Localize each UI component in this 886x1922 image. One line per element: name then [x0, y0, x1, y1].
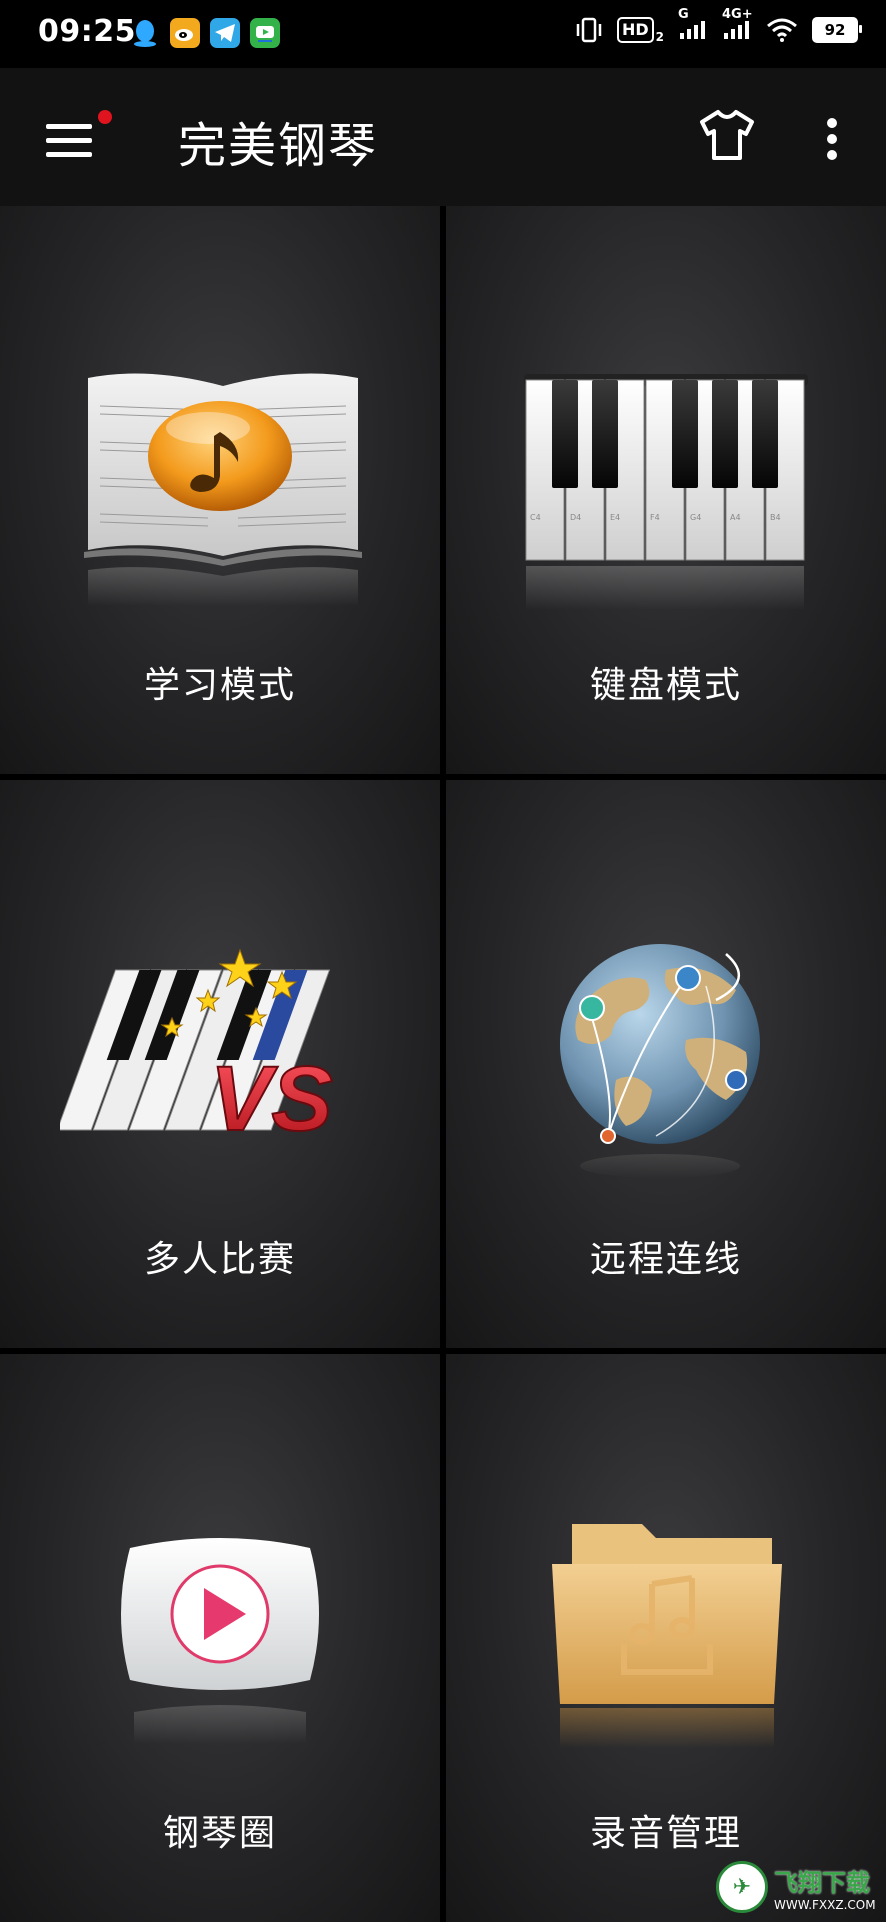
battery-indicator: 92: [812, 17, 862, 43]
tile-label: 键盘模式: [589, 665, 742, 706]
tile-piano-circle[interactable]: 钢琴圈: [0, 1354, 440, 1922]
key-label: A4: [730, 513, 741, 522]
tile-label: 学习模式: [143, 665, 296, 706]
key-label: C4: [530, 513, 541, 522]
tshirt-icon: [700, 110, 754, 160]
video-app-icon: [250, 18, 280, 48]
status-bar: 09:25 HD 2 G 4G+ 92: [0, 0, 886, 68]
piano-vs-icon: VS: [60, 948, 334, 1151]
hd-sub: 2: [655, 30, 664, 44]
network-2-label: 4G+: [722, 6, 753, 22]
watermark-logo-icon: ✈: [716, 1861, 768, 1913]
status-time: 09:25: [38, 14, 136, 49]
watermark: ✈ 飞翔下载 WWW.FXXZ.COM: [716, 1860, 880, 1914]
menu-icon: [46, 124, 92, 129]
tile-label: 多人比赛: [143, 1239, 296, 1280]
watermark-main: 飞翔下载: [774, 1868, 870, 1897]
music-folder-icon: [552, 1524, 782, 1748]
vibrate-icon: [576, 17, 602, 43]
wifi-icon: [767, 18, 797, 42]
tile-learn-mode[interactable]: 学习模式: [0, 206, 440, 774]
tile-label: 录音管理: [589, 1813, 742, 1854]
key-label: F4: [650, 513, 660, 522]
app-title: 完美钢琴: [178, 118, 379, 174]
key-label: G4: [690, 513, 701, 522]
menu-icon-bar: [46, 152, 92, 157]
tile-remote-connect[interactable]: 远程连线: [446, 780, 886, 1348]
tile-label: 远程连线: [589, 1239, 742, 1280]
key-label: D4: [570, 513, 581, 522]
status-right: HD 2 G 4G+ 92: [575, 7, 862, 44]
hd-badge: HD: [616, 17, 654, 43]
more-options-button[interactable]: [812, 108, 852, 168]
tile-recordings[interactable]: 录音管理: [446, 1354, 886, 1922]
more-vert-dot: [827, 134, 837, 144]
app-bar: 完美钢琴: [0, 68, 886, 206]
notification-icons: [130, 18, 280, 48]
watermark-sub: WWW.FXXZ.COM: [774, 1897, 876, 1912]
more-vert-icon: [827, 118, 837, 128]
more-vert-dot: [827, 150, 837, 160]
globe-connect-icon: [560, 944, 760, 1178]
key-label: E4: [610, 513, 620, 522]
network-1-label: G: [678, 6, 689, 22]
theme-button[interactable]: [698, 108, 758, 168]
key-label: B4: [770, 513, 781, 522]
menu-icon-bar: [46, 138, 92, 143]
tile-label: 钢琴圈: [162, 1813, 277, 1854]
telegram-icon: [210, 18, 240, 48]
signal-2: 4G+: [722, 7, 753, 44]
music-book-icon: [84, 373, 362, 606]
notification-dot: [98, 110, 112, 124]
tile-multiplayer[interactable]: VS 多人比赛: [0, 780, 440, 1348]
signal-1: G: [678, 7, 708, 44]
piano-keys-icon: C4 D4 E4 F4 G4 A4 B4: [524, 374, 808, 610]
mode-grid: 学习模式 C4 D4 E4 F4 G4 A4 B4 键盘模式 VS 多人比赛 远…: [0, 206, 886, 1922]
menu-button[interactable]: [36, 110, 112, 166]
weibo-icon: [170, 18, 200, 48]
vs-text: VS: [210, 1048, 333, 1150]
qq-icon: [130, 18, 160, 48]
tile-keyboard-mode[interactable]: C4 D4 E4 F4 G4 A4 B4 键盘模式: [446, 206, 886, 774]
play-circle-icon: [121, 1538, 319, 1744]
